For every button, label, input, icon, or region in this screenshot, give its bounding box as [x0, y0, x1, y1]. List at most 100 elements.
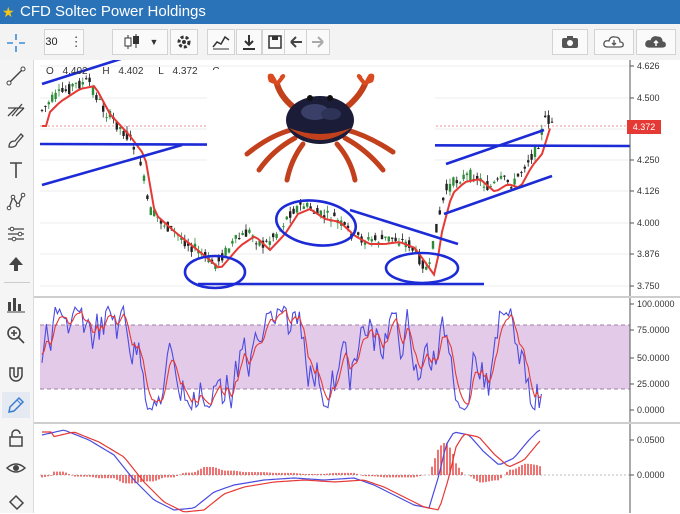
- candle-body: [374, 235, 377, 240]
- star-icon[interactable]: ★: [2, 0, 16, 24]
- candle-body: [397, 243, 401, 246]
- candle-body: [88, 77, 91, 83]
- redo-icon: [312, 36, 324, 48]
- indicators-tool[interactable]: [4, 292, 28, 316]
- price-axis[interactable]: 4.6264.5004.3754.2504.1264.0003.8763.750: [629, 60, 680, 296]
- candle-body: [231, 240, 234, 244]
- candle-body: [132, 146, 135, 150]
- candle-body: [285, 216, 288, 220]
- lock-tool[interactable]: [4, 426, 28, 450]
- chart-type-button[interactable]: ▼: [112, 29, 168, 55]
- candle-body: [163, 225, 166, 227]
- candle-body: [380, 234, 384, 240]
- redo-button[interactable]: [306, 29, 330, 55]
- pattern-tool[interactable]: [4, 190, 28, 214]
- settings-button[interactable]: [170, 29, 198, 55]
- candle-body: [98, 99, 101, 101]
- price-tick-label: 4.500: [637, 93, 660, 103]
- zoom-icon: [7, 326, 25, 344]
- candle-body: [268, 241, 271, 245]
- pitchfork-tool[interactable]: [4, 96, 28, 120]
- candle-body: [122, 131, 125, 137]
- candle-body: [452, 177, 455, 186]
- candle-body: [394, 237, 397, 242]
- title-bar: ★ CFD Soltec Power Holdings: [0, 0, 680, 24]
- macd-tick-label: 0.0500: [637, 435, 665, 445]
- save-layout-button[interactable]: [636, 29, 676, 55]
- candle-body: [85, 78, 88, 80]
- price-tick-label: 4.626: [637, 61, 660, 71]
- download-button[interactable]: [236, 29, 262, 55]
- macd-signal-line: [42, 431, 541, 513]
- candle-body: [54, 92, 57, 100]
- candle-body: [357, 232, 360, 235]
- candle-body: [493, 181, 496, 184]
- load-layout-button[interactable]: [594, 29, 634, 55]
- candle-body: [445, 183, 448, 191]
- candle-body: [149, 207, 152, 216]
- rsi-tick-label: 0.0000: [637, 405, 665, 415]
- candle-body: [384, 236, 387, 238]
- price-tick-label: 3.750: [637, 281, 660, 291]
- candle-body: [370, 239, 373, 242]
- text-icon: [10, 162, 22, 178]
- candle-body: [78, 80, 81, 89]
- candle-body: [513, 178, 516, 185]
- candle-body: [333, 212, 336, 217]
- candle-body: [292, 208, 295, 214]
- candle-body: [227, 248, 231, 253]
- draw-mode-tool[interactable]: [2, 392, 30, 418]
- candle-body: [190, 246, 193, 252]
- undo-button[interactable]: [284, 29, 308, 55]
- brush-tool[interactable]: [4, 128, 28, 152]
- candle-body: [503, 175, 506, 177]
- macd-axis[interactable]: 0.0500 0.0000: [629, 424, 665, 513]
- visibility-tool[interactable]: [4, 456, 28, 480]
- magnet-tool[interactable]: [4, 362, 28, 386]
- candle-body: [44, 105, 47, 107]
- indicators-icon: [7, 298, 25, 313]
- candle-body: [550, 121, 554, 123]
- rsi-axis[interactable]: 100.0000 75.0000 50.0000 25.0000 0.0000: [629, 298, 675, 422]
- candle-body: [102, 105, 105, 112]
- candle-body: [234, 235, 237, 239]
- candle-body: [520, 172, 523, 174]
- candle-body: [387, 236, 390, 242]
- candle-body: [61, 87, 64, 92]
- crosshair-icon: [7, 34, 25, 52]
- rsi-tick-label: 75.0000: [637, 325, 670, 335]
- candle-body: [139, 161, 142, 166]
- tool-divider: [4, 282, 30, 283]
- crosshair-tool[interactable]: [4, 31, 28, 55]
- window-title: CFD Soltec Power Holdings: [20, 3, 206, 20]
- candle-body: [499, 175, 503, 179]
- rsi-tick-label: 100.0000: [637, 299, 675, 309]
- candle-body: [544, 115, 547, 118]
- candle-body: [40, 109, 44, 111]
- save-icon: [268, 35, 282, 49]
- crab-image: [207, 70, 435, 186]
- candle-body: [295, 206, 299, 213]
- candle-body: [462, 174, 465, 180]
- trend-line-icon: [6, 66, 26, 86]
- arrow-tool[interactable]: [4, 252, 28, 276]
- pencil-icon: [8, 396, 25, 413]
- indicators-button[interactable]: [207, 29, 235, 55]
- interval-menu-icon[interactable]: ⋮: [70, 34, 83, 50]
- price-tick-label: 4.250: [637, 155, 660, 165]
- interval-button[interactable]: 30 ⋮: [44, 29, 84, 55]
- screenshot-button[interactable]: [552, 29, 588, 55]
- camera-icon: [562, 36, 578, 48]
- top-toolbar: 30 ⋮ ▼: [0, 24, 680, 61]
- trend-line-tool[interactable]: [4, 64, 28, 88]
- candle-body: [438, 210, 441, 215]
- candle-body: [74, 82, 78, 84]
- measure-tool[interactable]: [4, 222, 28, 246]
- candle-body: [401, 238, 404, 240]
- remove-drawings-tool[interactable]: [4, 490, 28, 514]
- zoom-tool[interactable]: [4, 323, 28, 347]
- candle-body: [442, 197, 445, 201]
- arrow-up-icon: [9, 257, 23, 271]
- candle-body: [306, 203, 309, 207]
- text-tool[interactable]: [4, 158, 28, 182]
